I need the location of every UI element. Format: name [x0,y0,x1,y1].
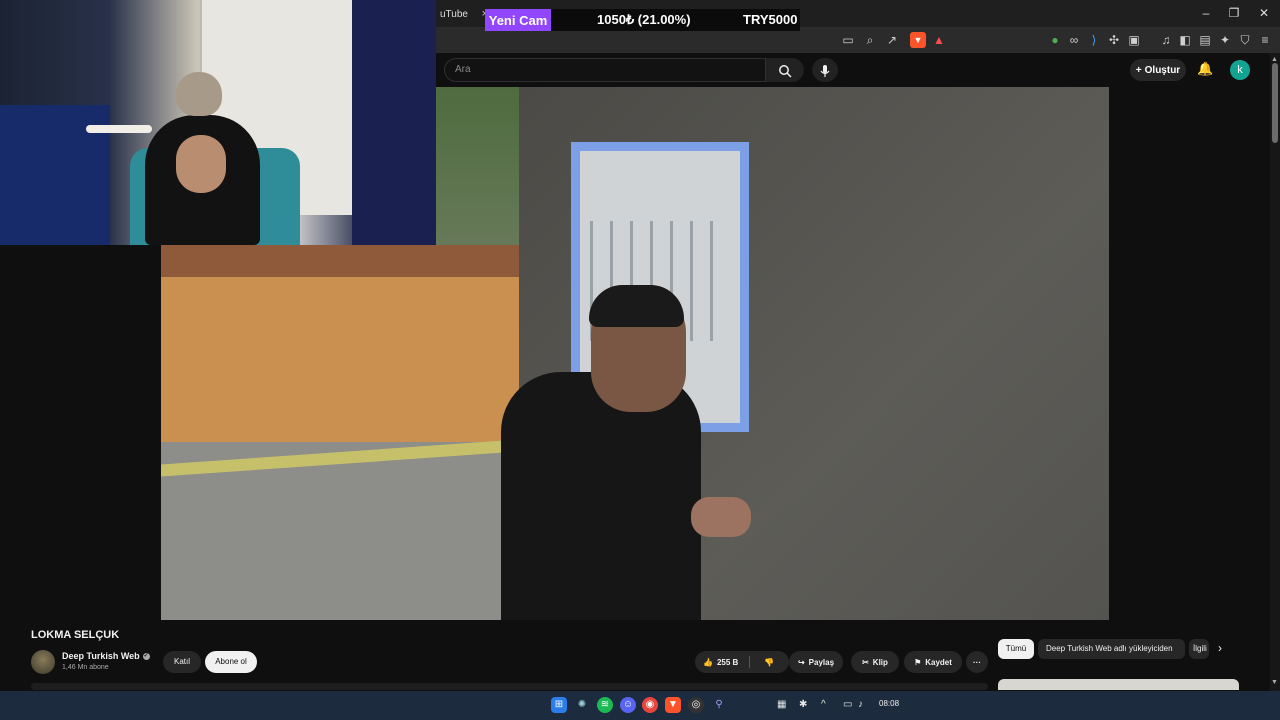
more-actions-button[interactable]: ··· [966,651,988,673]
clip-button[interactable]: ✂ Klip [851,651,899,673]
windows-taskbar: ⊞ ✺ ≋ ☺ ◉ ▼ ◎ ⚲ ▦ ✱ ^ ▭ ♪ 08:08 [0,691,1280,720]
qr-tray-icon[interactable]: ▦ [777,699,786,710]
ai-assistant-icon[interactable]: ✦ [1217,32,1233,48]
join-button[interactable]: Katıl [163,651,201,673]
minimize-button[interactable]: – [1194,4,1218,22]
share-arrow-icon: ↪ [797,657,805,667]
extension-counter-icon[interactable]: ● [1047,32,1063,48]
browser-tab-youtube[interactable]: uTube × [436,3,492,25]
like-count: 255 B [716,657,739,667]
brave-browser-icon[interactable]: ▼ [665,697,681,713]
brave-shield-icon[interactable]: ▼ [910,32,926,48]
notifications-bell-icon[interactable]: 🔔 [1197,61,1213,77]
video-title: LOKMA SELÇUK [31,629,120,641]
plus-icon: + [1135,64,1142,76]
video-scene-building [161,277,519,447]
extension-wave-icon[interactable]: ⟩ [1086,32,1102,48]
taskbar-clock[interactable]: 08:08 [879,699,899,708]
secondary-column [1109,87,1270,620]
maximize-button[interactable]: ❐ [1222,4,1246,22]
media-controls-icon[interactable]: ♫ [1158,32,1174,48]
webcam-side-table [86,125,152,133]
search-input[interactable]: Ara [444,58,766,82]
bookmark-icon: ⚑ [914,657,922,667]
save-button[interactable]: ⚑ Kaydet [904,651,962,673]
subscriber-count: 1,46 Mn abone [62,664,109,671]
channel-avatar[interactable] [31,650,55,674]
save-label: Kaydet [925,657,952,667]
scrollbar-thumb[interactable] [1272,63,1278,143]
obs-icon[interactable]: ◎ [688,697,704,713]
donation-title: Yeni Cam [485,9,551,31]
chip-all[interactable]: Tümü [998,639,1034,659]
zoom-icon[interactable]: ⌕ [862,32,878,48]
page-scrollbar[interactable] [1270,53,1280,691]
dislike-button[interactable]: 👎 [756,651,782,673]
clip-label: Klip [872,657,888,667]
scroll-down-arrow-icon[interactable]: ▼ [1271,679,1278,686]
create-button[interactable]: + Oluştur [1130,59,1186,81]
chip-from-uploader[interactable]: Deep Turkish Web adlı yükleyiciden [1038,639,1185,659]
wallet-icon[interactable]: ▤ [1197,32,1213,48]
brave-rewards-icon[interactable]: ▲ [931,32,947,48]
thumbs-up-icon: 👍 [703,657,713,667]
donation-goal: TRY5000 [743,12,798,27]
discord-icon[interactable]: ☺ [620,697,636,713]
windows-start-icon[interactable]: ⊞ [551,697,567,713]
video-scene-person-hand [691,497,751,537]
donation-amount: 1050₺ (21.00%) [597,12,691,27]
voice-search-button[interactable] [812,58,838,82]
share-label: Paylaş [808,657,835,667]
extension-box-icon[interactable]: ▣ [1126,32,1142,48]
video-scene-person [501,372,701,620]
window-close-button[interactable]: ✕ [1252,4,1276,22]
streamer-webcam-overlay [0,0,436,245]
account-avatar[interactable]: k [1230,60,1250,80]
video-scene-person-hair [589,285,684,327]
share-icon[interactable]: ↗ [884,32,900,48]
taskbar-app-icon[interactable]: ✺ [574,697,590,713]
cast-icon[interactable]: ▭ [840,32,856,48]
sidebar-toggle-icon[interactable]: ◧ [1177,32,1193,48]
share-button[interactable]: ↪ Paylaş [789,651,843,673]
vpn-shield-icon[interactable]: ⛉ [1237,32,1253,48]
chrome-icon[interactable]: ◉ [642,697,658,713]
description-box-edge [31,683,988,690]
verified-badge-icon: ✓ [142,653,150,661]
channel-name-label: Deep Turkish Web [62,651,140,661]
recommendation-thumbnail[interactable] [998,679,1239,690]
thumbs-down-icon: 👎 [764,657,774,667]
search-icon [779,65,792,78]
search-button[interactable] [766,58,804,82]
microphone-icon [820,64,830,77]
chip-related[interactable]: İlgili [1189,639,1209,659]
network-tray-icon[interactable]: ▭ [843,699,852,710]
chevron-up-tray-icon[interactable]: ^ [821,699,826,710]
like-divider [749,656,750,668]
extensions-puzzle-icon[interactable]: ✣ [1106,32,1122,48]
channel-name[interactable]: Deep Turkish Web ✓ [62,651,150,661]
create-label: Oluştur [1144,64,1181,76]
menu-icon[interactable]: ≡ [1257,32,1273,48]
scroll-up-arrow-icon[interactable]: ▲ [1271,56,1278,63]
webcam-curtain [352,0,436,245]
scissors-icon: ✂ [862,657,869,667]
extension-eyes-icon[interactable]: ∞ [1066,32,1082,48]
chevron-right-icon[interactable]: › [1218,641,1222,655]
volume-tray-icon[interactable]: ♪ [858,699,863,710]
tab-title: uTube [440,8,468,20]
webcam-cat [176,72,222,116]
spotify-icon[interactable]: ≋ [597,697,613,713]
subscribe-button[interactable]: Abone ol [205,651,257,673]
bluetooth-tray-icon[interactable]: ✱ [799,699,807,710]
like-button[interactable]: 👍 255 B [703,658,738,667]
donation-goal-bar: Yeni Cam 1050₺ (21.00%) TRY5000 [485,9,800,31]
search-taskbar-icon[interactable]: ⚲ [711,697,727,713]
video-metadata: LOKMA SELÇUK Deep Turkish Web ✓ 1,46 Mn a… [0,620,1270,690]
webcam-streamer-face [176,135,226,193]
